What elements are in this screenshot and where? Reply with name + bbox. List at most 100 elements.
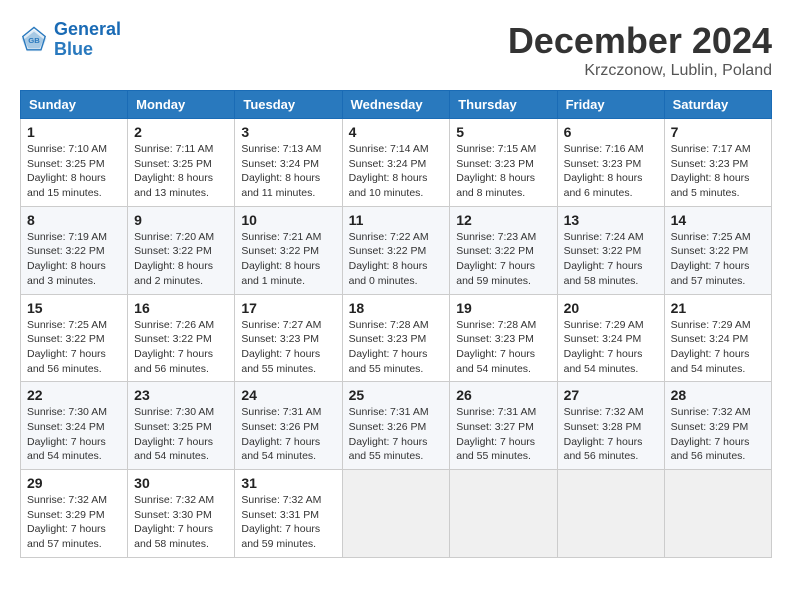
day-number: 23 — [134, 387, 228, 403]
page-header: GB General Blue December 2024 Krzczonow,… — [20, 20, 772, 80]
day-detail: Sunrise: 7:13 AM Sunset: 3:24 PM Dayligh… — [241, 142, 335, 201]
calendar-cell: 24 Sunrise: 7:31 AM Sunset: 3:26 PM Dayl… — [235, 382, 342, 470]
day-number: 13 — [564, 212, 658, 228]
day-number: 28 — [671, 387, 765, 403]
calendar-week-row: 29 Sunrise: 7:32 AM Sunset: 3:29 PM Dayl… — [21, 470, 772, 558]
day-number: 27 — [564, 387, 658, 403]
weekday-header-tuesday: Tuesday — [235, 91, 342, 119]
day-number: 16 — [134, 300, 228, 316]
calendar-cell: 14 Sunrise: 7:25 AM Sunset: 3:22 PM Dayl… — [664, 206, 771, 294]
day-number: 26 — [456, 387, 550, 403]
weekday-header-sunday: Sunday — [21, 91, 128, 119]
calendar-cell — [557, 470, 664, 558]
day-number: 19 — [456, 300, 550, 316]
day-detail: Sunrise: 7:25 AM Sunset: 3:22 PM Dayligh… — [671, 230, 765, 289]
weekday-header-thursday: Thursday — [450, 91, 557, 119]
day-number: 21 — [671, 300, 765, 316]
calendar-cell: 10 Sunrise: 7:21 AM Sunset: 3:22 PM Dayl… — [235, 206, 342, 294]
calendar-cell: 21 Sunrise: 7:29 AM Sunset: 3:24 PM Dayl… — [664, 294, 771, 382]
day-number: 7 — [671, 124, 765, 140]
day-number: 5 — [456, 124, 550, 140]
day-number: 29 — [27, 475, 121, 491]
day-number: 6 — [564, 124, 658, 140]
calendar-cell: 12 Sunrise: 7:23 AM Sunset: 3:22 PM Dayl… — [450, 206, 557, 294]
day-number: 22 — [27, 387, 121, 403]
calendar-cell: 19 Sunrise: 7:28 AM Sunset: 3:23 PM Dayl… — [450, 294, 557, 382]
calendar-cell: 28 Sunrise: 7:32 AM Sunset: 3:29 PM Dayl… — [664, 382, 771, 470]
calendar-cell: 23 Sunrise: 7:30 AM Sunset: 3:25 PM Dayl… — [128, 382, 235, 470]
day-detail: Sunrise: 7:32 AM Sunset: 3:29 PM Dayligh… — [671, 405, 765, 464]
weekday-header-monday: Monday — [128, 91, 235, 119]
calendar-cell: 17 Sunrise: 7:27 AM Sunset: 3:23 PM Dayl… — [235, 294, 342, 382]
day-detail: Sunrise: 7:11 AM Sunset: 3:25 PM Dayligh… — [134, 142, 228, 201]
logo-icon: GB — [20, 26, 48, 54]
day-detail: Sunrise: 7:30 AM Sunset: 3:25 PM Dayligh… — [134, 405, 228, 464]
day-number: 15 — [27, 300, 121, 316]
location-title: Krzczonow, Lublin, Poland — [508, 62, 772, 80]
weekday-header-wednesday: Wednesday — [342, 91, 450, 119]
day-detail: Sunrise: 7:32 AM Sunset: 3:30 PM Dayligh… — [134, 493, 228, 552]
month-title: December 2024 — [508, 20, 772, 62]
day-detail: Sunrise: 7:14 AM Sunset: 3:24 PM Dayligh… — [349, 142, 444, 201]
calendar-week-row: 15 Sunrise: 7:25 AM Sunset: 3:22 PM Dayl… — [21, 294, 772, 382]
day-detail: Sunrise: 7:27 AM Sunset: 3:23 PM Dayligh… — [241, 318, 335, 377]
calendar-cell — [342, 470, 450, 558]
calendar-week-row: 1 Sunrise: 7:10 AM Sunset: 3:25 PM Dayli… — [21, 119, 772, 207]
calendar-cell: 5 Sunrise: 7:15 AM Sunset: 3:23 PM Dayli… — [450, 119, 557, 207]
day-number: 20 — [564, 300, 658, 316]
svg-text:GB: GB — [28, 36, 40, 45]
day-detail: Sunrise: 7:30 AM Sunset: 3:24 PM Dayligh… — [27, 405, 121, 464]
day-number: 1 — [27, 124, 121, 140]
calendar-cell: 15 Sunrise: 7:25 AM Sunset: 3:22 PM Dayl… — [21, 294, 128, 382]
calendar-cell: 27 Sunrise: 7:32 AM Sunset: 3:28 PM Dayl… — [557, 382, 664, 470]
calendar-cell: 7 Sunrise: 7:17 AM Sunset: 3:23 PM Dayli… — [664, 119, 771, 207]
calendar-cell: 2 Sunrise: 7:11 AM Sunset: 3:25 PM Dayli… — [128, 119, 235, 207]
title-area: December 2024 Krzczonow, Lublin, Poland — [508, 20, 772, 80]
day-detail: Sunrise: 7:25 AM Sunset: 3:22 PM Dayligh… — [27, 318, 121, 377]
calendar-cell: 18 Sunrise: 7:28 AM Sunset: 3:23 PM Dayl… — [342, 294, 450, 382]
day-detail: Sunrise: 7:17 AM Sunset: 3:23 PM Dayligh… — [671, 142, 765, 201]
day-number: 12 — [456, 212, 550, 228]
calendar-header-row: SundayMondayTuesdayWednesdayThursdayFrid… — [21, 91, 772, 119]
calendar-cell — [450, 470, 557, 558]
day-detail: Sunrise: 7:29 AM Sunset: 3:24 PM Dayligh… — [671, 318, 765, 377]
day-detail: Sunrise: 7:19 AM Sunset: 3:22 PM Dayligh… — [27, 230, 121, 289]
weekday-header-saturday: Saturday — [664, 91, 771, 119]
calendar-cell: 30 Sunrise: 7:32 AM Sunset: 3:30 PM Dayl… — [128, 470, 235, 558]
calendar-table: SundayMondayTuesdayWednesdayThursdayFrid… — [20, 90, 772, 558]
calendar-cell: 9 Sunrise: 7:20 AM Sunset: 3:22 PM Dayli… — [128, 206, 235, 294]
day-number: 30 — [134, 475, 228, 491]
day-number: 17 — [241, 300, 335, 316]
calendar-cell: 6 Sunrise: 7:16 AM Sunset: 3:23 PM Dayli… — [557, 119, 664, 207]
logo-line2: Blue — [54, 39, 93, 59]
day-number: 10 — [241, 212, 335, 228]
calendar-cell: 3 Sunrise: 7:13 AM Sunset: 3:24 PM Dayli… — [235, 119, 342, 207]
day-detail: Sunrise: 7:29 AM Sunset: 3:24 PM Dayligh… — [564, 318, 658, 377]
calendar-week-row: 8 Sunrise: 7:19 AM Sunset: 3:22 PM Dayli… — [21, 206, 772, 294]
day-detail: Sunrise: 7:31 AM Sunset: 3:27 PM Dayligh… — [456, 405, 550, 464]
calendar-cell: 8 Sunrise: 7:19 AM Sunset: 3:22 PM Dayli… — [21, 206, 128, 294]
day-number: 24 — [241, 387, 335, 403]
day-detail: Sunrise: 7:21 AM Sunset: 3:22 PM Dayligh… — [241, 230, 335, 289]
day-detail: Sunrise: 7:28 AM Sunset: 3:23 PM Dayligh… — [349, 318, 444, 377]
day-detail: Sunrise: 7:28 AM Sunset: 3:23 PM Dayligh… — [456, 318, 550, 377]
day-detail: Sunrise: 7:15 AM Sunset: 3:23 PM Dayligh… — [456, 142, 550, 201]
calendar-cell: 11 Sunrise: 7:22 AM Sunset: 3:22 PM Dayl… — [342, 206, 450, 294]
calendar-cell: 26 Sunrise: 7:31 AM Sunset: 3:27 PM Dayl… — [450, 382, 557, 470]
calendar-cell — [664, 470, 771, 558]
day-number: 11 — [349, 212, 444, 228]
day-detail: Sunrise: 7:24 AM Sunset: 3:22 PM Dayligh… — [564, 230, 658, 289]
day-detail: Sunrise: 7:23 AM Sunset: 3:22 PM Dayligh… — [456, 230, 550, 289]
calendar-cell: 22 Sunrise: 7:30 AM Sunset: 3:24 PM Dayl… — [21, 382, 128, 470]
calendar-cell: 20 Sunrise: 7:29 AM Sunset: 3:24 PM Dayl… — [557, 294, 664, 382]
day-detail: Sunrise: 7:10 AM Sunset: 3:25 PM Dayligh… — [27, 142, 121, 201]
day-detail: Sunrise: 7:31 AM Sunset: 3:26 PM Dayligh… — [349, 405, 444, 464]
day-detail: Sunrise: 7:32 AM Sunset: 3:28 PM Dayligh… — [564, 405, 658, 464]
day-number: 9 — [134, 212, 228, 228]
calendar-cell: 4 Sunrise: 7:14 AM Sunset: 3:24 PM Dayli… — [342, 119, 450, 207]
day-number: 3 — [241, 124, 335, 140]
day-detail: Sunrise: 7:31 AM Sunset: 3:26 PM Dayligh… — [241, 405, 335, 464]
logo-text: General Blue — [54, 20, 121, 60]
logo-line1: General — [54, 19, 121, 39]
day-detail: Sunrise: 7:22 AM Sunset: 3:22 PM Dayligh… — [349, 230, 444, 289]
